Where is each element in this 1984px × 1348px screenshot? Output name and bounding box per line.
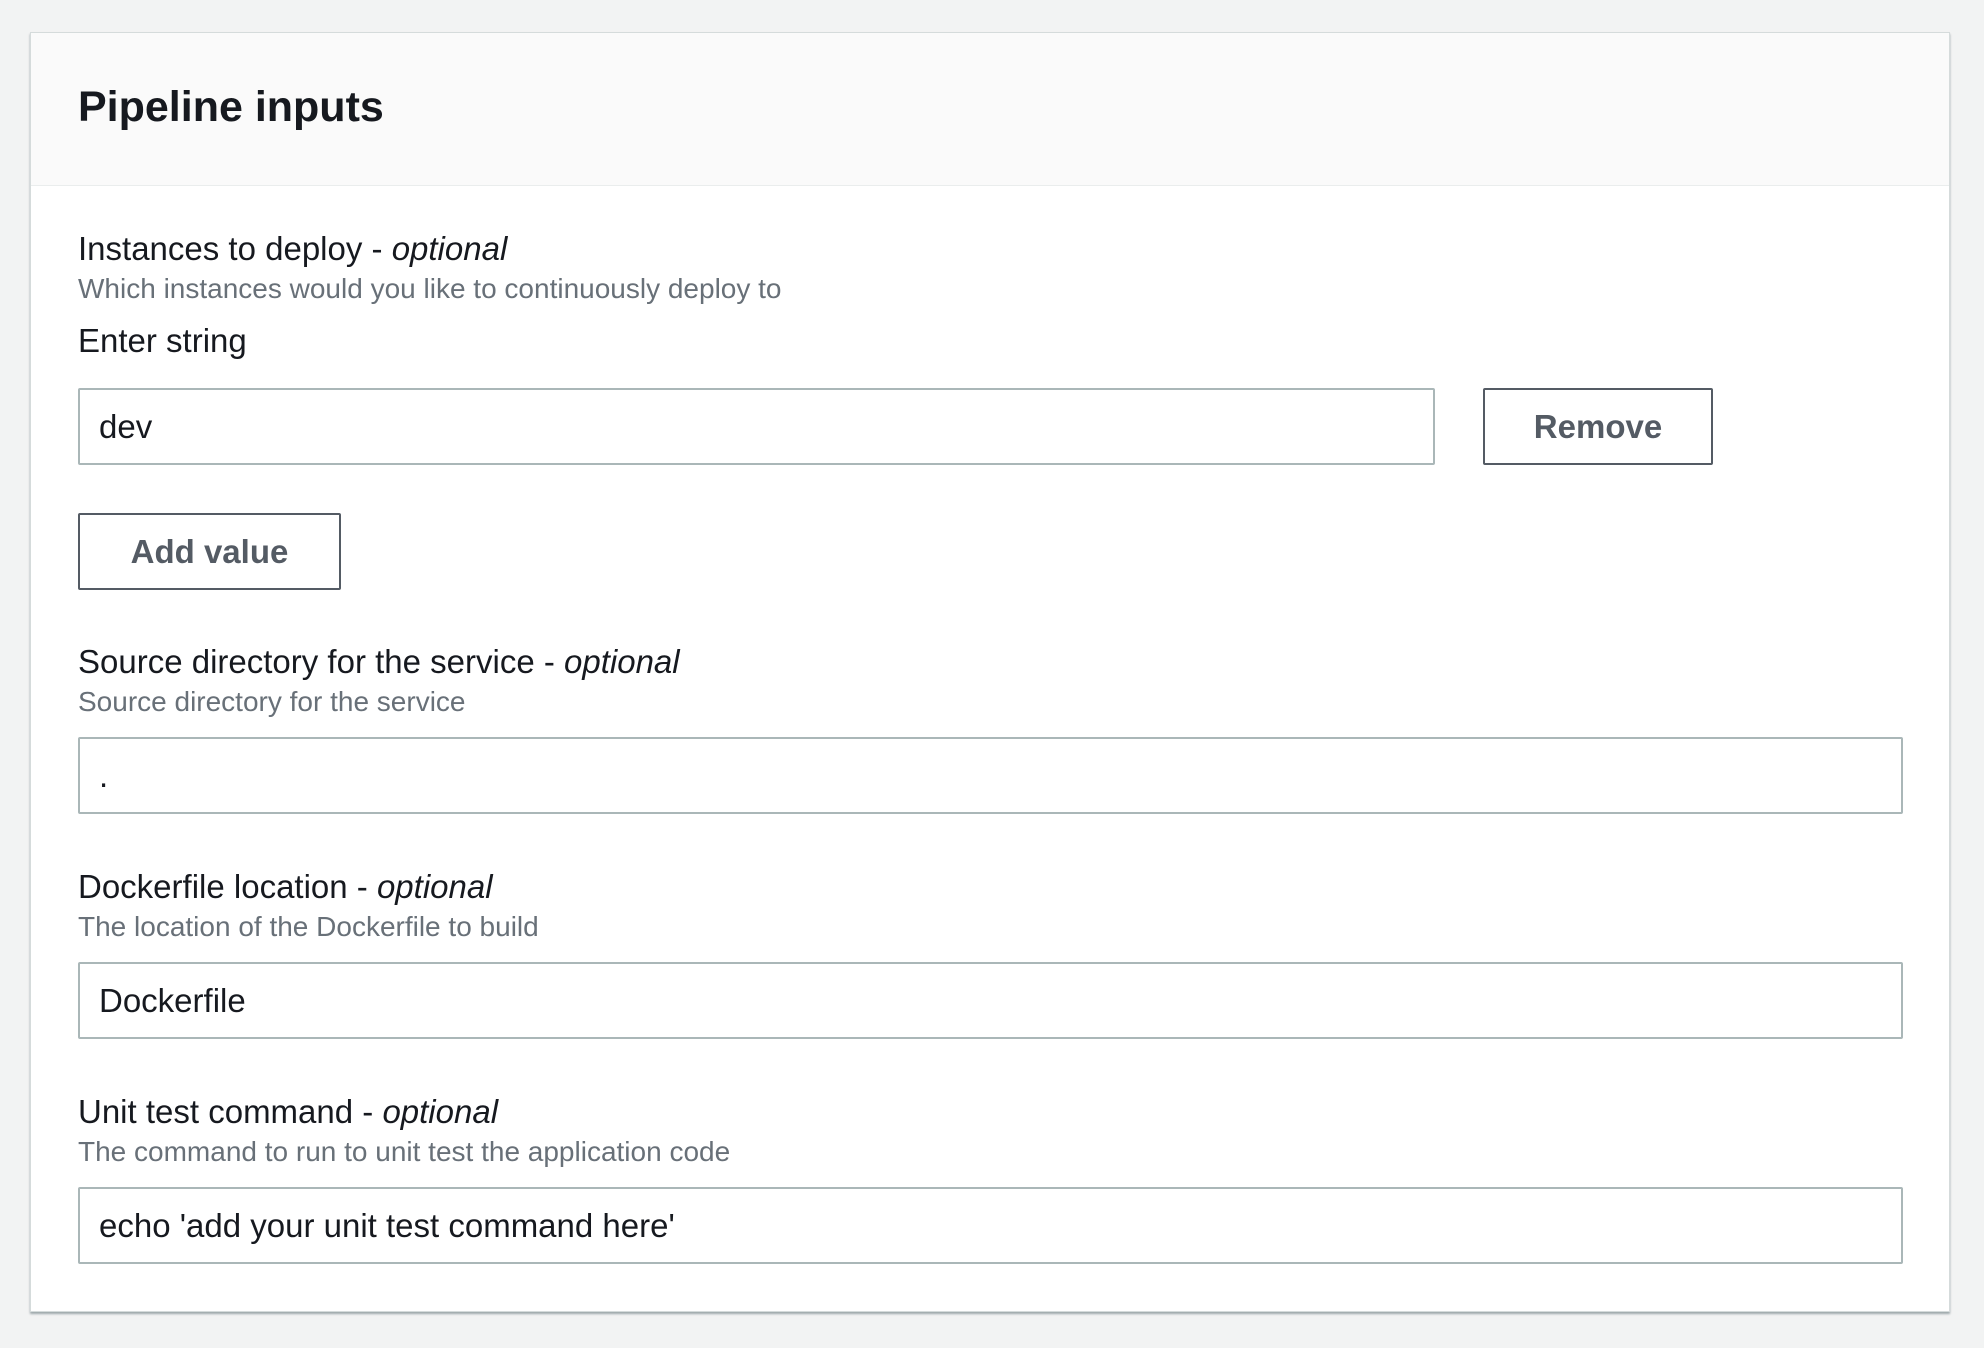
unit-test-field: Unit test command - optional The command… [78, 1092, 730, 1170]
dockerfile-optional-tag: optional [376, 868, 493, 905]
dockerfile-input[interactable] [78, 962, 1903, 1039]
source-directory-field: Source directory for the service - optio… [78, 642, 680, 720]
panel-title: Pipeline inputs [78, 82, 384, 131]
instances-field: Instances to deploy - optional Which ins… [78, 229, 782, 361]
panel-header: Pipeline inputs [31, 33, 1949, 186]
instances-optional-tag: optional [391, 230, 508, 267]
source-directory-description: Source directory for the service [78, 686, 466, 717]
source-directory-optional-tag: optional [564, 643, 680, 680]
source-directory-label: Source directory for the service - optio… [78, 642, 680, 682]
dockerfile-description: The location of the Dockerfile to build [78, 911, 539, 942]
unit-test-description: The command to run to unit test the appl… [78, 1136, 731, 1167]
source-directory-label-text: Source directory for the service - [78, 643, 565, 680]
dockerfile-label-text: Dockerfile location - [78, 868, 377, 905]
instances-description: Which instances would you like to contin… [78, 273, 782, 304]
source-directory-input[interactable] [78, 737, 1903, 814]
unit-test-input[interactable] [78, 1187, 1903, 1264]
remove-button[interactable]: Remove [1483, 388, 1713, 465]
add-value-button[interactable]: Add value [78, 513, 341, 590]
unit-test-label-text: Unit test command - [78, 1093, 383, 1130]
dockerfile-label: Dockerfile location - optional [78, 867, 539, 907]
unit-test-label: Unit test command - optional [78, 1092, 730, 1132]
pipeline-inputs-panel: Pipeline inputs Instances to deploy - op… [30, 32, 1950, 1312]
unit-test-optional-tag: optional [382, 1093, 499, 1130]
instances-label-text: Instances to deploy - [78, 230, 392, 267]
enter-string-label: Enter string [78, 322, 247, 359]
instance-value-input[interactable] [78, 388, 1435, 465]
dockerfile-field: Dockerfile location - optional The locat… [78, 867, 539, 945]
instances-label: Instances to deploy - optional [78, 229, 782, 269]
